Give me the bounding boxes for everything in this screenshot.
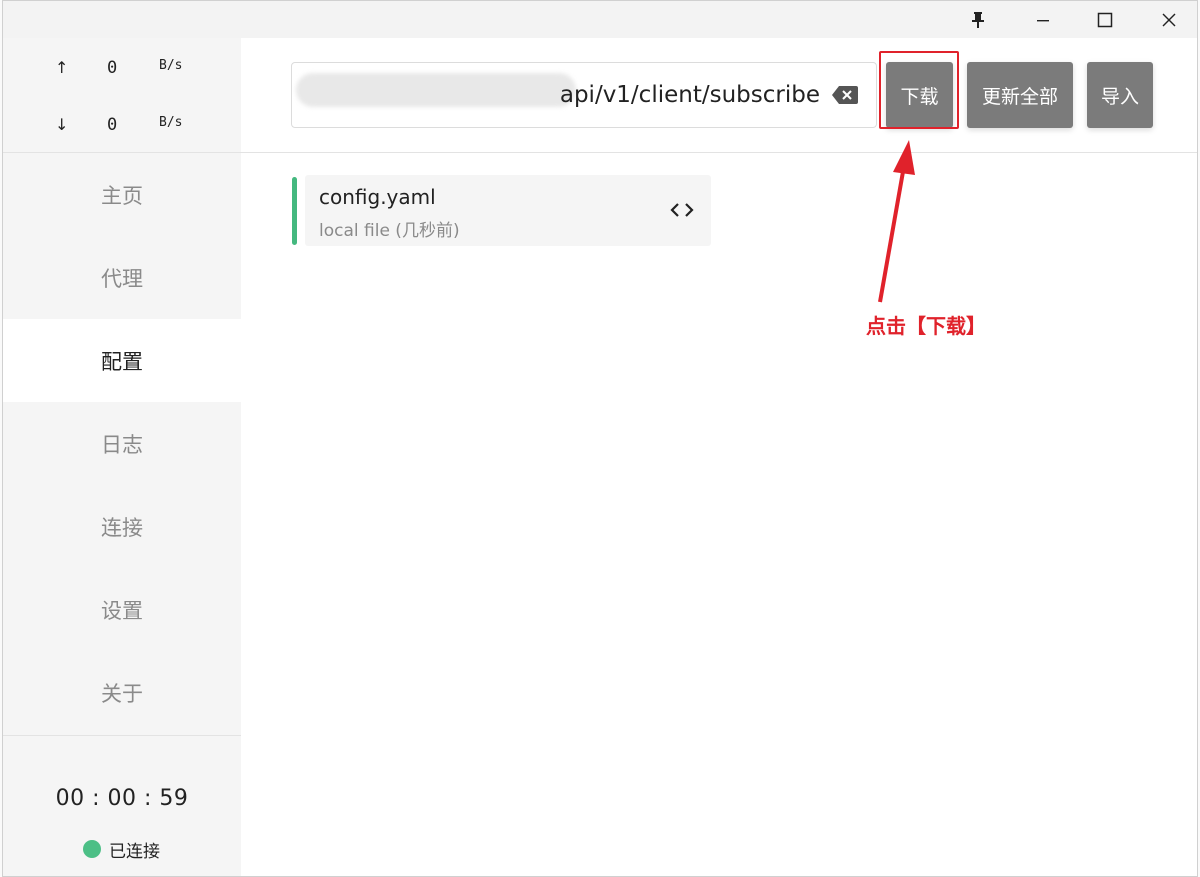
- edit-code-icon[interactable]: [670, 199, 694, 221]
- download-speed: ↓ 0 B/s: [3, 115, 241, 139]
- download-value: 0: [107, 115, 118, 135]
- title-bar: [3, 1, 1197, 38]
- update-all-button[interactable]: 更新全部: [967, 62, 1073, 128]
- profile-toolbar: api/v1/client/subscribe 下载 更新全部 导入: [241, 38, 1197, 153]
- annotation-label: 点击【下载】: [866, 314, 986, 338]
- active-profile-indicator: [292, 177, 297, 245]
- traffic-panel: ↑ 0 B/s ↓ 0 B/s: [3, 38, 241, 153]
- redacted-url-part: [296, 73, 576, 107]
- download-arrow-icon: ↓: [55, 115, 69, 134]
- pin-icon[interactable]: [949, 1, 1007, 38]
- download-unit: B/s: [159, 115, 183, 130]
- profile-card[interactable]: config.yaml local file (几秒前): [292, 175, 711, 246]
- uptime-timer: 00 : 00 : 59: [55, 786, 189, 811]
- upload-value: 0: [107, 58, 118, 78]
- status-label: 已连接: [109, 841, 160, 862]
- subscription-url-input[interactable]: api/v1/client/subscribe: [291, 62, 877, 128]
- sidebar-item-label: 设置: [101, 598, 143, 623]
- sidebar-item-about[interactable]: 关于: [3, 651, 241, 734]
- upload-arrow-icon: ↑: [55, 58, 69, 77]
- sidebar-item-label: 连接: [101, 515, 143, 540]
- clear-input-icon[interactable]: [832, 85, 858, 105]
- sidebar-item-label: 关于: [101, 681, 143, 706]
- main-content: api/v1/client/subscribe 下载 更新全部 导入 confi…: [241, 38, 1197, 876]
- sidebar-footer: 00 : 00 : 59 已连接: [3, 735, 241, 876]
- sidebar-item-proxy[interactable]: 代理: [3, 236, 241, 319]
- sidebar-item-label: 主页: [101, 183, 143, 208]
- sidebar: ↑ 0 B/s ↓ 0 B/s 主页 代理 配置 日志 连接 设置 关于 00 …: [3, 38, 241, 876]
- sidebar-item-label: 日志: [101, 432, 143, 457]
- connection-status: 已连接: [83, 838, 160, 862]
- sidebar-item-profiles[interactable]: 配置: [3, 319, 241, 402]
- profile-card-body[interactable]: config.yaml local file (几秒前): [305, 175, 711, 246]
- upload-unit: B/s: [159, 58, 183, 73]
- status-dot-icon: [83, 840, 101, 858]
- url-input-value: api/v1/client/subscribe: [559, 82, 820, 108]
- app-window: ↑ 0 B/s ↓ 0 B/s 主页 代理 配置 日志 连接 设置 关于 00 …: [2, 0, 1198, 877]
- profile-name: config.yaml: [319, 185, 436, 209]
- sidebar-item-label: 配置: [101, 349, 143, 374]
- close-icon[interactable]: [1140, 1, 1198, 38]
- sidebar-item-connections[interactable]: 连接: [3, 485, 241, 568]
- sidebar-item-home[interactable]: 主页: [3, 153, 241, 236]
- import-button[interactable]: 导入: [1087, 62, 1153, 128]
- sidebar-item-logs[interactable]: 日志: [3, 402, 241, 485]
- sidebar-item-settings[interactable]: 设置: [3, 568, 241, 651]
- sidebar-item-label: 代理: [101, 266, 143, 291]
- minimize-icon[interactable]: [1014, 1, 1072, 38]
- upload-speed: ↑ 0 B/s: [3, 58, 241, 82]
- maximize-icon[interactable]: [1076, 1, 1134, 38]
- annotation-highlight-box: [879, 51, 959, 129]
- profile-subtitle: local file (几秒前): [319, 221, 460, 241]
